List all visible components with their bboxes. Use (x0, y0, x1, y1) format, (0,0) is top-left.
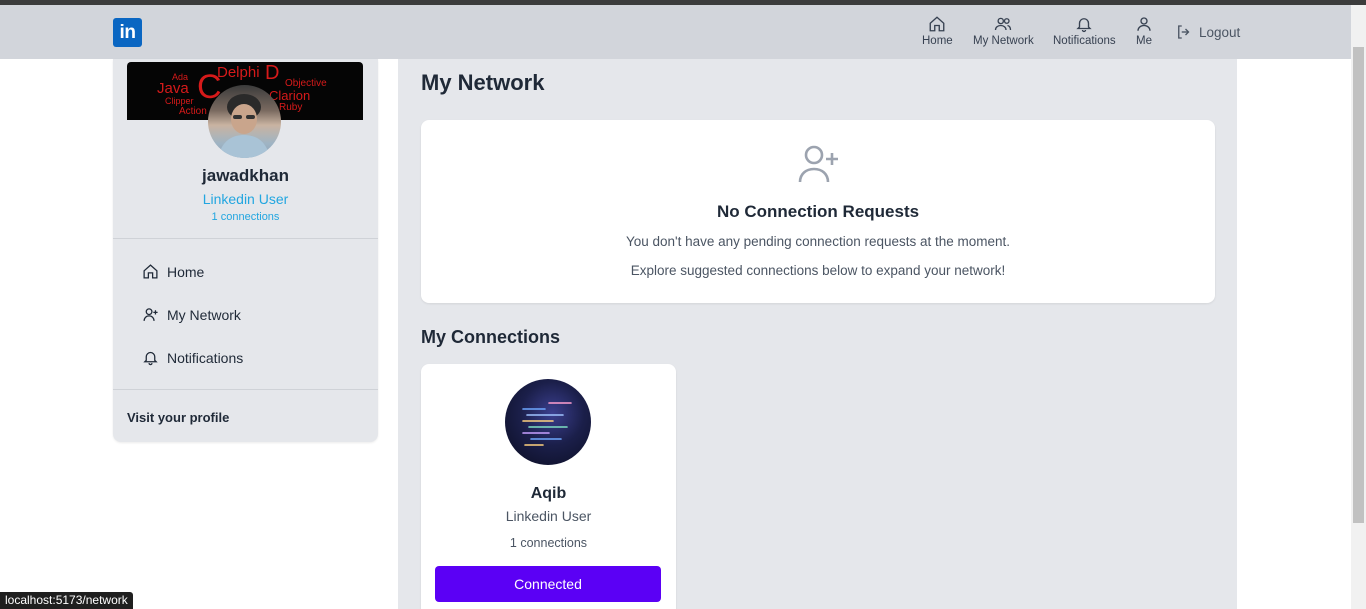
page-title: My Network (421, 70, 545, 95)
no-requests-message: You don't have any pending connection re… (625, 234, 1011, 249)
connection-avatar[interactable] (505, 379, 591, 465)
profile-name[interactable]: jawadkhan (113, 166, 378, 186)
profile-connections-count[interactable]: 1 connections (113, 211, 378, 223)
nav-my-network-label: My Network (973, 35, 1034, 47)
sidebar-item-notifications[interactable]: Notifications (142, 349, 243, 366)
nav-notifications[interactable]: Notifications (1053, 15, 1116, 51)
nav-me-label: Me (1136, 35, 1152, 47)
user-plus-icon (798, 145, 838, 183)
browser-status-url: localhost:5173/network (0, 592, 133, 609)
home-icon (929, 16, 945, 32)
profile-avatar[interactable] (208, 85, 281, 158)
connected-button[interactable]: Connected (435, 566, 661, 602)
divider (113, 238, 378, 239)
scrollbar-thumb[interactable] (1353, 47, 1364, 523)
connection-role: Linkedin User (505, 508, 592, 524)
user-plus-icon (143, 308, 158, 321)
profile-role: Linkedin User (202, 191, 289, 207)
bell-icon (1076, 18, 1092, 33)
connection-name[interactable]: Aqib (421, 485, 676, 503)
my-connections-heading: My Connections (421, 327, 561, 347)
users-icon (995, 17, 1012, 31)
nav-home[interactable]: Home (922, 15, 953, 51)
logout-label: Logout (1199, 24, 1241, 40)
sidebar-item-label: Home (167, 263, 205, 280)
page-scrollbar[interactable] (1351, 5, 1366, 609)
home-icon (143, 264, 158, 279)
no-requests-title: No Connection Requests (716, 202, 920, 221)
sidebar-item-label: Notifications (167, 349, 244, 366)
connection-requests-card: No Connection Requests You don't have an… (421, 120, 1215, 303)
explore-suggestions-message: Explore suggested connections below to e… (630, 263, 1006, 278)
connection-card: Aqib Linkedin User 1 connections Connect… (421, 364, 676, 609)
nav-home-label: Home (922, 35, 953, 47)
profile-sidebar: Delphi Java Ada Objective Clarion Ruby C… (113, 59, 378, 442)
sidebar-item-label: My Network (167, 306, 241, 323)
nav-my-network[interactable]: My Network (973, 15, 1034, 51)
visit-profile-link[interactable]: Visit your profile (127, 410, 229, 425)
connection-count: 1 connections (509, 536, 588, 550)
sidebar-item-my-network[interactable]: My Network (142, 306, 241, 323)
nav-me[interactable]: Me (1135, 15, 1153, 51)
bell-icon (143, 351, 158, 366)
user-icon (1137, 17, 1151, 31)
linkedin-logo[interactable]: in (113, 18, 142, 47)
nav-notifications-label: Notifications (1053, 35, 1116, 47)
divider (113, 389, 378, 390)
top-navbar: in Home My Network Notifications Me Logo… (0, 5, 1351, 59)
logout-button[interactable]: Logout (1175, 23, 1240, 41)
sidebar-item-home[interactable]: Home (142, 263, 204, 280)
logout-icon (1178, 25, 1190, 39)
